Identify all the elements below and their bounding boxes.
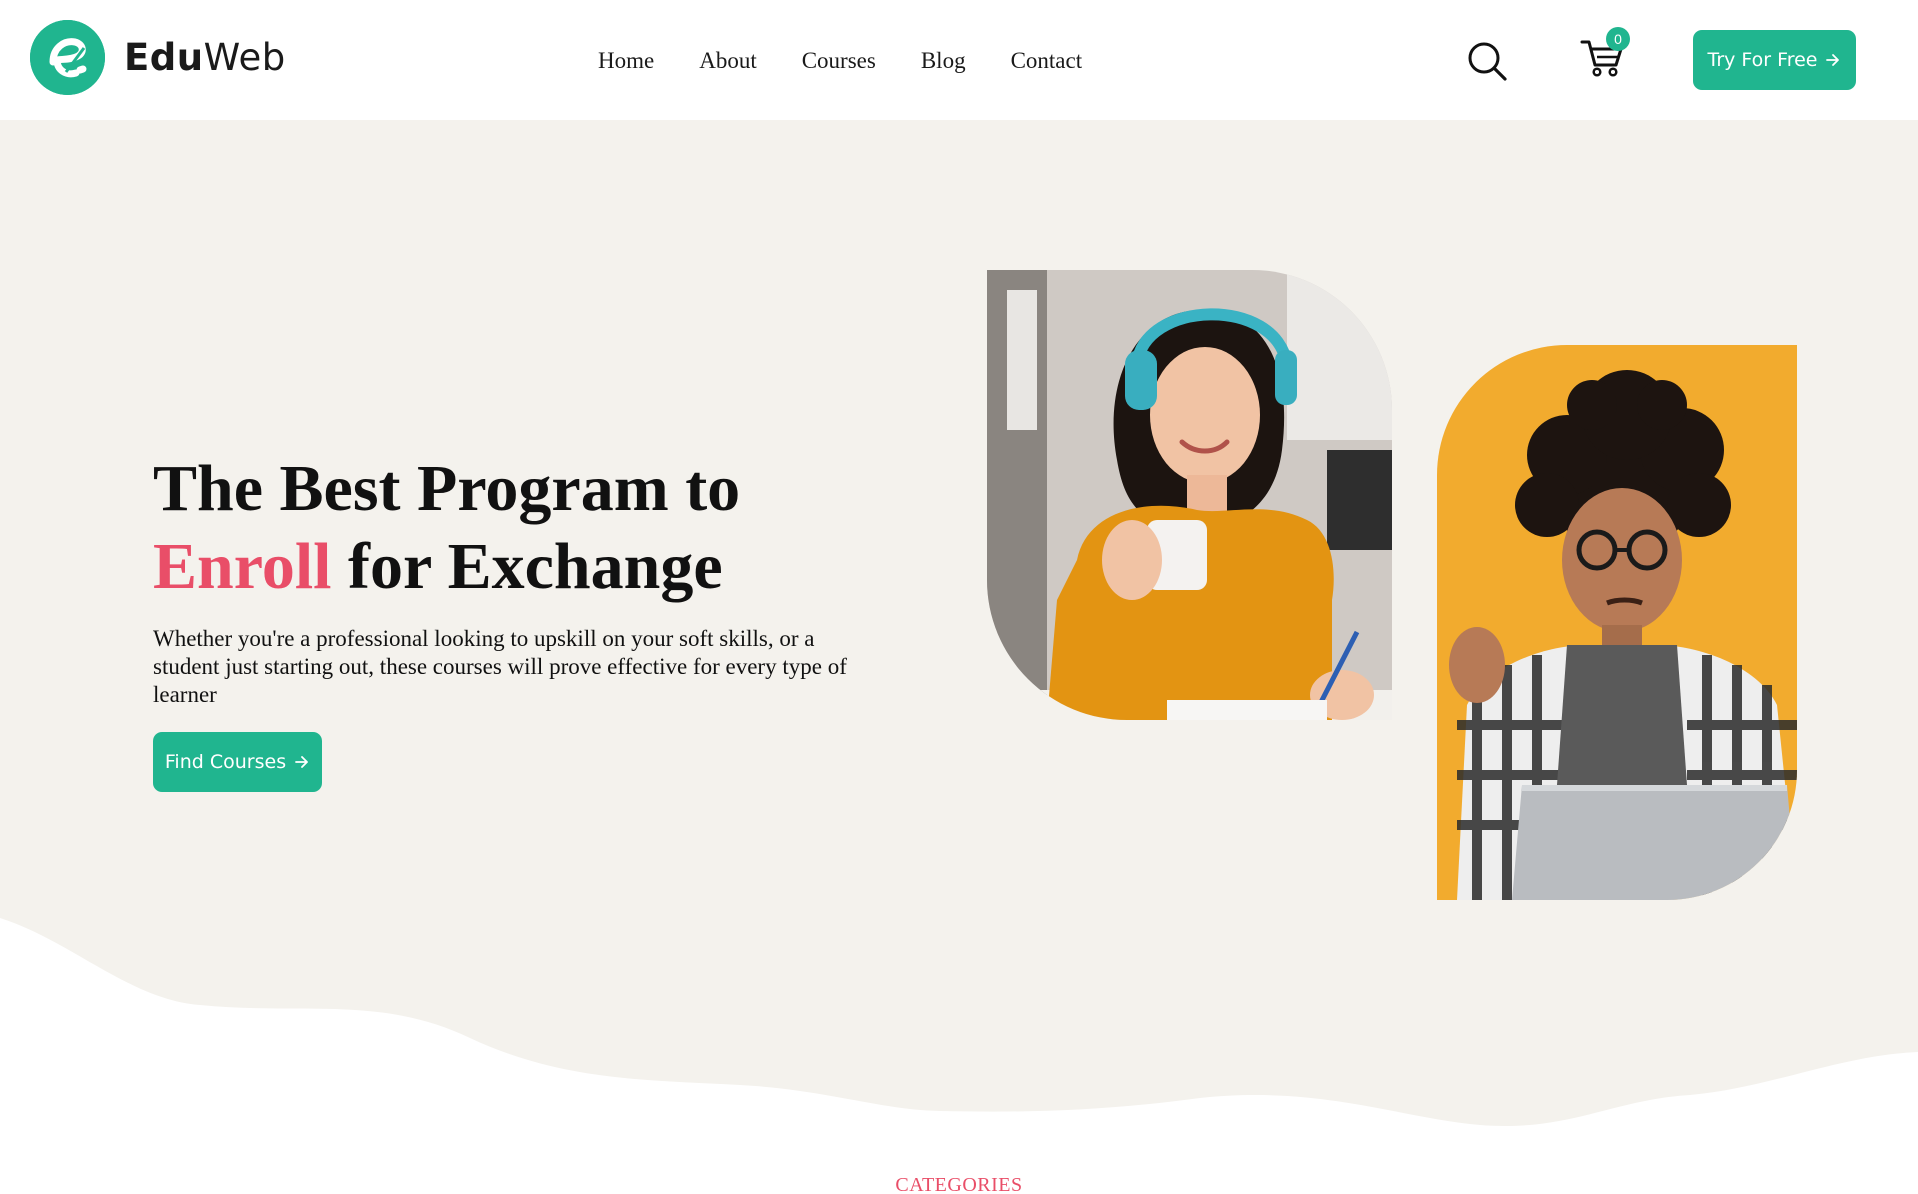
site-header: EduWeb Home About Courses Blog Contact 0… xyxy=(0,0,1918,120)
hero-photo-student-laptop xyxy=(1437,345,1797,900)
brand-logo[interactable]: EduWeb xyxy=(30,20,286,95)
try-for-free-label: Try For Free xyxy=(1707,49,1818,71)
hero-description: Whether you're a professional looking to… xyxy=(153,626,847,707)
nav-contact[interactable]: Contact xyxy=(1011,44,1083,78)
section-label-categories: CATEGORIES xyxy=(895,1174,1023,1194)
hero-title-rest: for Exchange xyxy=(331,530,723,603)
main-nav: Home About Courses Blog Contact xyxy=(598,44,1082,78)
brand-name-bold: Edu xyxy=(124,36,204,79)
cart-count-badge: 0 xyxy=(1606,27,1630,51)
brand-name: EduWeb xyxy=(124,36,286,79)
hero-section: The Best Program to Enroll for Exchange … xyxy=(0,120,1918,1194)
hero-title-accent: Enroll xyxy=(153,530,332,603)
find-courses-button[interactable]: Find Courses xyxy=(153,732,322,792)
search-button[interactable] xyxy=(1466,40,1508,82)
hero-photo-student-headphones xyxy=(987,270,1392,720)
hero-title-line1: The Best Program to xyxy=(153,452,741,525)
arrow-right-icon xyxy=(295,756,308,768)
brand-name-light: Web xyxy=(203,36,286,79)
nav-home[interactable]: Home xyxy=(598,44,654,78)
nav-about[interactable]: About xyxy=(699,44,757,78)
nav-blog[interactable]: Blog xyxy=(921,44,966,78)
hero-title: The Best Program to Enroll for Exchange xyxy=(153,450,913,606)
find-courses-label: Find Courses xyxy=(164,751,287,773)
nav-courses[interactable]: Courses xyxy=(802,44,876,78)
try-for-free-button[interactable]: Try For Free xyxy=(1693,30,1856,90)
logo-icon xyxy=(30,20,105,95)
arrow-right-icon xyxy=(1826,54,1840,66)
search-icon xyxy=(1468,42,1507,81)
